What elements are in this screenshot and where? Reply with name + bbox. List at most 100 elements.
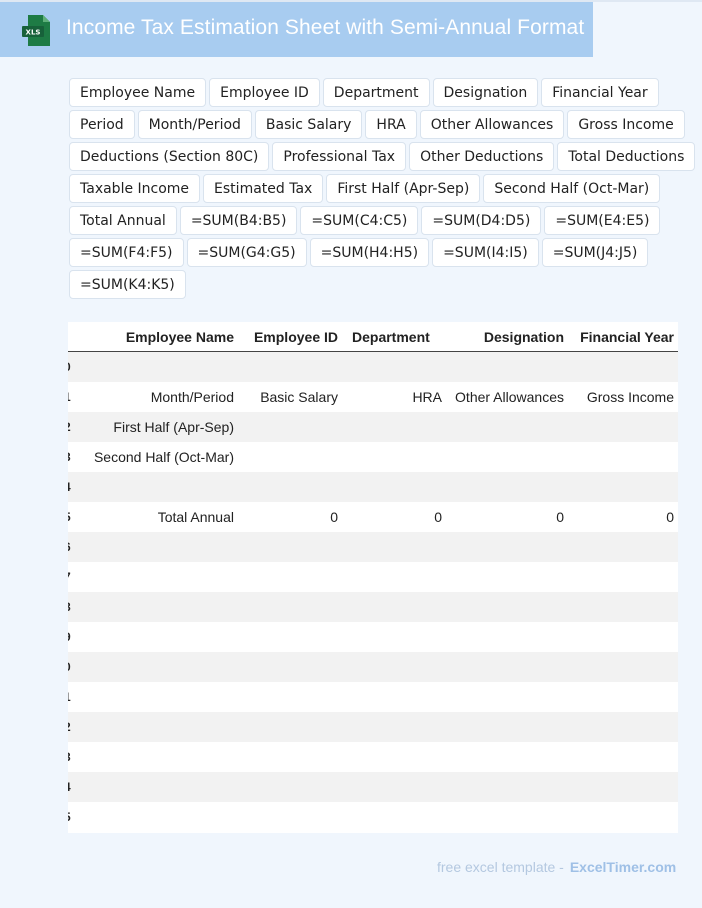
field-chip[interactable]: Total Annual [69,206,177,235]
table-cell[interactable] [568,802,678,832]
table-cell[interactable] [342,802,446,832]
field-chip[interactable]: Total Deductions [557,142,696,171]
table-cell[interactable] [238,352,342,383]
field-chip[interactable]: Financial Year [541,78,659,107]
table-cell[interactable] [446,742,568,772]
field-chip[interactable]: Month/Period [137,110,252,139]
field-chip[interactable]: Employee Name [69,78,207,107]
table-cell[interactable] [446,622,568,652]
field-chip[interactable]: =SUM(K4:K5) [69,270,186,299]
table-cell[interactable] [568,412,678,442]
table-cell[interactable] [342,352,446,383]
field-chip[interactable]: =SUM(D4:D5) [421,206,542,235]
table-cell[interactable] [342,652,446,682]
table-cell[interactable] [238,802,342,832]
table-cell[interactable] [342,712,446,742]
field-chip[interactable]: Designation [432,78,539,107]
table-cell[interactable] [238,442,342,472]
table-cell[interactable] [238,712,342,742]
field-chip[interactable]: Second Half (Oct-Mar) [483,174,661,203]
table-cell[interactable] [238,682,342,712]
table-cell[interactable] [76,352,238,383]
table-cell[interactable] [446,802,568,832]
table-cell[interactable] [342,682,446,712]
table-cell[interactable] [446,772,568,802]
table-cell[interactable] [238,472,342,502]
table-cell[interactable]: Second Half (Oct-Mar) [76,442,238,472]
table-cell[interactable]: Basic Salary [238,382,342,412]
table-cell[interactable] [342,412,446,442]
table-cell[interactable]: First Half (Apr-Sep) [76,412,238,442]
table-cell[interactable] [568,682,678,712]
column-header[interactable]: Employee ID [238,322,342,352]
table-cell[interactable] [76,622,238,652]
table-cell[interactable] [568,532,678,562]
table-cell[interactable] [446,592,568,622]
column-header[interactable]: Employee Name [76,322,238,352]
table-cell[interactable]: 0 [446,502,568,532]
table-cell[interactable] [76,802,238,832]
field-chip[interactable]: =SUM(H4:H5) [309,238,430,267]
table-cell[interactable] [446,442,568,472]
table-cell[interactable] [568,742,678,772]
table-cell[interactable]: 0 [238,502,342,532]
field-chip[interactable]: Other Deductions [409,142,555,171]
table-cell[interactable] [76,712,238,742]
table-cell[interactable] [568,442,678,472]
table-cell[interactable] [342,772,446,802]
table-cell[interactable] [446,352,568,383]
column-header[interactable]: Designation [446,322,568,352]
table-cell[interactable] [446,682,568,712]
table-cell[interactable]: 0 [568,502,678,532]
table-cell[interactable] [568,472,678,502]
footer-brand-link[interactable]: ExcelTimer.com [570,859,676,875]
table-cell[interactable] [342,532,446,562]
table-cell[interactable]: Month/Period [76,382,238,412]
field-chip[interactable]: Basic Salary [254,110,363,139]
spreadsheet-preview[interactable]: Employee Name Employee ID Department Des… [68,322,678,833]
table-cell[interactable] [568,622,678,652]
table-cell[interactable] [446,472,568,502]
field-chip[interactable]: Employee ID [209,78,320,107]
table-cell[interactable] [76,472,238,502]
table-cell[interactable] [568,562,678,592]
table-cell[interactable] [446,562,568,592]
table-cell[interactable] [446,532,568,562]
field-chip[interactable]: HRA [365,110,417,139]
table-cell[interactable] [238,532,342,562]
table-cell[interactable] [342,442,446,472]
table-cell[interactable] [76,532,238,562]
table-cell[interactable] [76,562,238,592]
table-cell[interactable] [76,652,238,682]
table-cell[interactable] [238,412,342,442]
table-cell[interactable] [342,622,446,652]
table-cell[interactable] [446,412,568,442]
table-cell[interactable] [342,562,446,592]
table-cell[interactable] [238,592,342,622]
column-header[interactable]: Financial Year [568,322,678,352]
field-chip[interactable]: Other Allowances [419,110,565,139]
column-header[interactable]: Department [342,322,446,352]
table-cell[interactable] [568,712,678,742]
field-chip[interactable]: =SUM(E4:E5) [544,206,661,235]
field-chip[interactable]: =SUM(F4:F5) [69,238,184,267]
table-cell[interactable] [342,472,446,502]
field-chip[interactable]: =SUM(J4:J5) [541,238,649,267]
table-cell[interactable] [568,652,678,682]
field-chip[interactable]: =SUM(C4:C5) [300,206,419,235]
table-cell[interactable] [76,592,238,622]
table-cell[interactable] [568,772,678,802]
field-chip[interactable]: Gross Income [567,110,685,139]
table-cell[interactable] [342,592,446,622]
table-cell[interactable]: 0 [342,502,446,532]
table-cell[interactable] [342,742,446,772]
table-cell[interactable]: Other Allowances [446,382,568,412]
table-cell[interactable] [76,772,238,802]
field-chip[interactable]: Period [69,110,135,139]
field-chip[interactable]: Deductions (Section 80C) [69,142,270,171]
table-cell[interactable]: HRA [342,382,446,412]
table-cell[interactable] [238,562,342,592]
table-cell[interactable] [76,682,238,712]
field-chip[interactable]: First Half (Apr-Sep) [326,174,481,203]
field-chip[interactable]: =SUM(B4:B5) [179,206,298,235]
